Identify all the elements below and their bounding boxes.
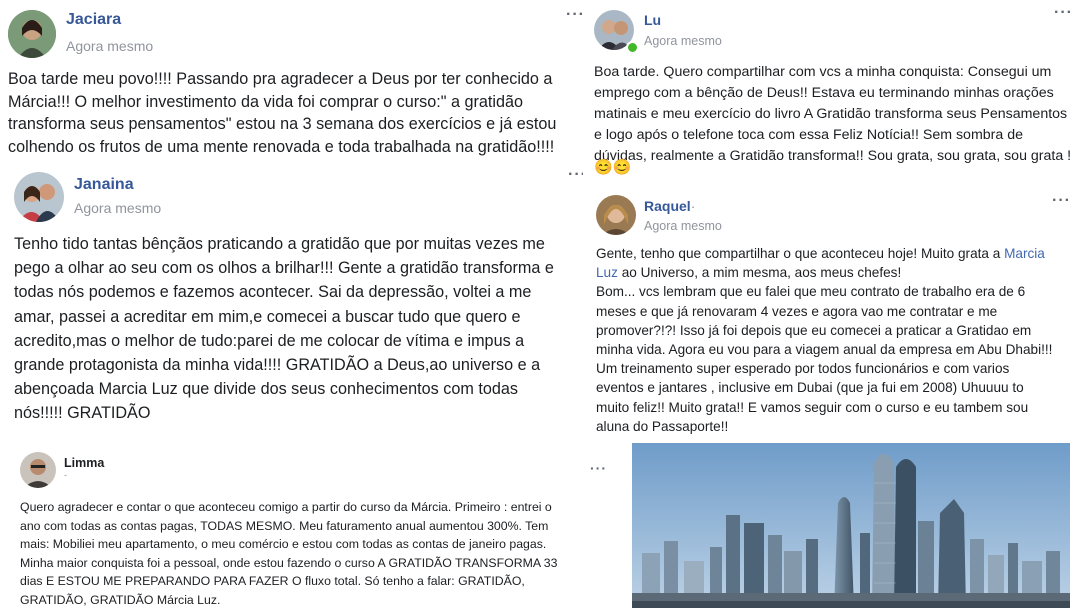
post-limma: Limma - ··· Quero agradecer e contar o q… [0, 440, 625, 608]
author-suffix: · [690, 198, 696, 214]
post-timestamp[interactable]: Agora mesmo [644, 219, 722, 233]
author-name[interactable]: Limma [64, 456, 104, 470]
avatar[interactable] [20, 452, 56, 488]
post-timestamp[interactable]: Agora mesmo [644, 34, 722, 48]
post-timestamp[interactable]: - [64, 470, 67, 480]
post-text: Quero agradecer e contar o que aconteceu… [20, 500, 558, 607]
more-options-icon[interactable]: ··· [590, 460, 607, 476]
author-name-text[interactable]: Raquel [644, 198, 691, 214]
author-name[interactable]: Janaina [74, 176, 134, 194]
post-raquel: Raquel· Agora mesmo ··· Gente, tenho que… [588, 186, 1080, 436]
post-timestamp[interactable]: Agora mesmo [66, 38, 153, 54]
post-text: Boa tarde. Quero compartilhar com vcs a … [594, 64, 1072, 164]
avatar[interactable] [596, 195, 636, 235]
mention-link-continued[interactable]: Luz [596, 265, 618, 280]
mention-link[interactable]: Marcia [1004, 246, 1045, 261]
skyline-image [632, 443, 1070, 608]
avatar-photo-icon [20, 452, 56, 488]
post-timestamp[interactable]: Agora mesmo [74, 200, 161, 216]
post-text: Gente, tenho que compartilhar o que acon… [596, 244, 1076, 436]
post-text-rest: ao Universo, a mim mesma, aos meus chefe… [596, 265, 1053, 434]
post-jaciara: Jaciara Agora mesmo ··· Boa tarde meu po… [0, 0, 590, 160]
avatar-photo-icon [14, 172, 64, 222]
author-name[interactable]: Jaciara [66, 11, 121, 29]
post-text: Boa tarde meu povo!!!! Passando pra agra… [8, 70, 557, 156]
avatar[interactable] [8, 10, 56, 58]
more-options-icon[interactable]: ··· [566, 6, 585, 24]
avatar[interactable] [14, 172, 64, 222]
avatar-photo-icon [8, 10, 56, 58]
avatar-photo-icon [596, 195, 636, 235]
city-skyline-photo [632, 443, 1070, 608]
online-status-icon [626, 41, 639, 54]
more-options-icon[interactable]: ··· [568, 166, 583, 184]
post-lu: Lu Agora mesmo ··· Boa tarde. Quero comp… [588, 0, 1080, 180]
post-text: Tenho tido tantas bênçãos praticando a g… [14, 235, 554, 423]
author-name[interactable]: Lu [644, 12, 661, 28]
post-text-start: Gente, tenho que compartilhar o que acon… [596, 246, 1005, 261]
post-janaina: Janaina Agora mesmo ··· Tenho tido tanta… [0, 164, 583, 436]
emoji: 😊😊 [594, 159, 632, 176]
author-name[interactable]: Raquel· [644, 198, 695, 214]
more-options-icon[interactable]: ··· [1052, 192, 1071, 210]
more-options-icon[interactable]: ··· [1054, 4, 1073, 22]
